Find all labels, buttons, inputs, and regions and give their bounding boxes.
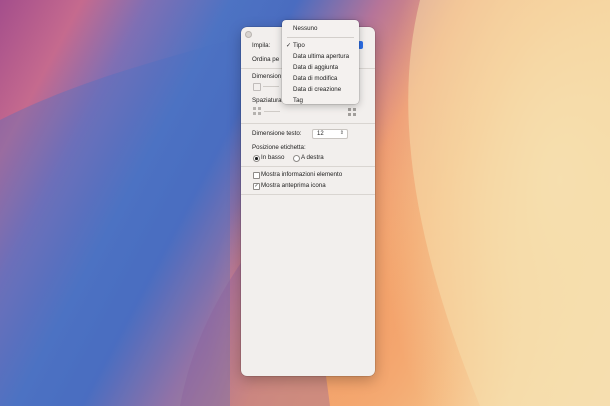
menu-divider [287, 37, 354, 38]
radio-a-destra[interactable] [293, 155, 300, 162]
chevron-updown-icon: ⇕ [339, 130, 344, 136]
divider [241, 123, 375, 124]
small-icon-size-icon [253, 83, 261, 91]
checkbox-show-info-label: Mostra informazioni elemento [261, 171, 343, 178]
radio-in-basso[interactable] [253, 155, 260, 162]
ordina-label: Ordina pe [252, 56, 280, 63]
posizione-etichetta-label: Posizione etichetta: [252, 144, 306, 151]
grid-spacing-slider[interactable] [264, 111, 280, 112]
menu-item-data-di-modifica[interactable]: Data di modifica [293, 75, 337, 82]
text-size-select[interactable]: 12 ⇕ [312, 129, 348, 139]
sort-dropdown-menu: Nessuno ✓ Tipo Data ultima apertura Data… [282, 20, 359, 104]
close-button[interactable] [245, 31, 252, 38]
menu-item-data-di-aggiunta[interactable]: Data di aggiunta [293, 64, 338, 71]
text-size-value: 12 [317, 130, 324, 137]
dimensione-testo-label: Dimensione testo: [252, 130, 302, 137]
menu-item-tipo[interactable]: Tipo [293, 42, 305, 49]
dimensione-icone-label: Dimension [252, 73, 282, 80]
checkbox-show-preview-label: Mostra anteprima icona [261, 182, 326, 189]
spaziatura-label: Spaziatura [252, 97, 282, 104]
divider [241, 166, 375, 167]
checkbox-show-preview[interactable]: ✓ [253, 183, 260, 190]
icon-size-slider[interactable] [263, 86, 279, 87]
checkmark-icon: ✓ [286, 43, 292, 49]
menu-item-nessuno[interactable]: Nessuno [293, 25, 317, 32]
menu-item-data-ultima-apertura[interactable]: Data ultima apertura [293, 53, 349, 60]
impila-label: Impila: [252, 42, 271, 49]
checkmark-icon: ✓ [254, 183, 259, 189]
checkbox-show-info[interactable] [253, 172, 260, 179]
radio-a-destra-label: A destra [301, 154, 324, 161]
radio-in-basso-label: In basso [261, 154, 285, 161]
divider [241, 194, 375, 195]
tight-grid-icon [253, 107, 261, 115]
menu-item-data-di-creazione[interactable]: Data di creazione [293, 86, 341, 93]
menu-item-tag[interactable]: Tag [293, 97, 303, 104]
wide-grid-icon [348, 108, 358, 118]
